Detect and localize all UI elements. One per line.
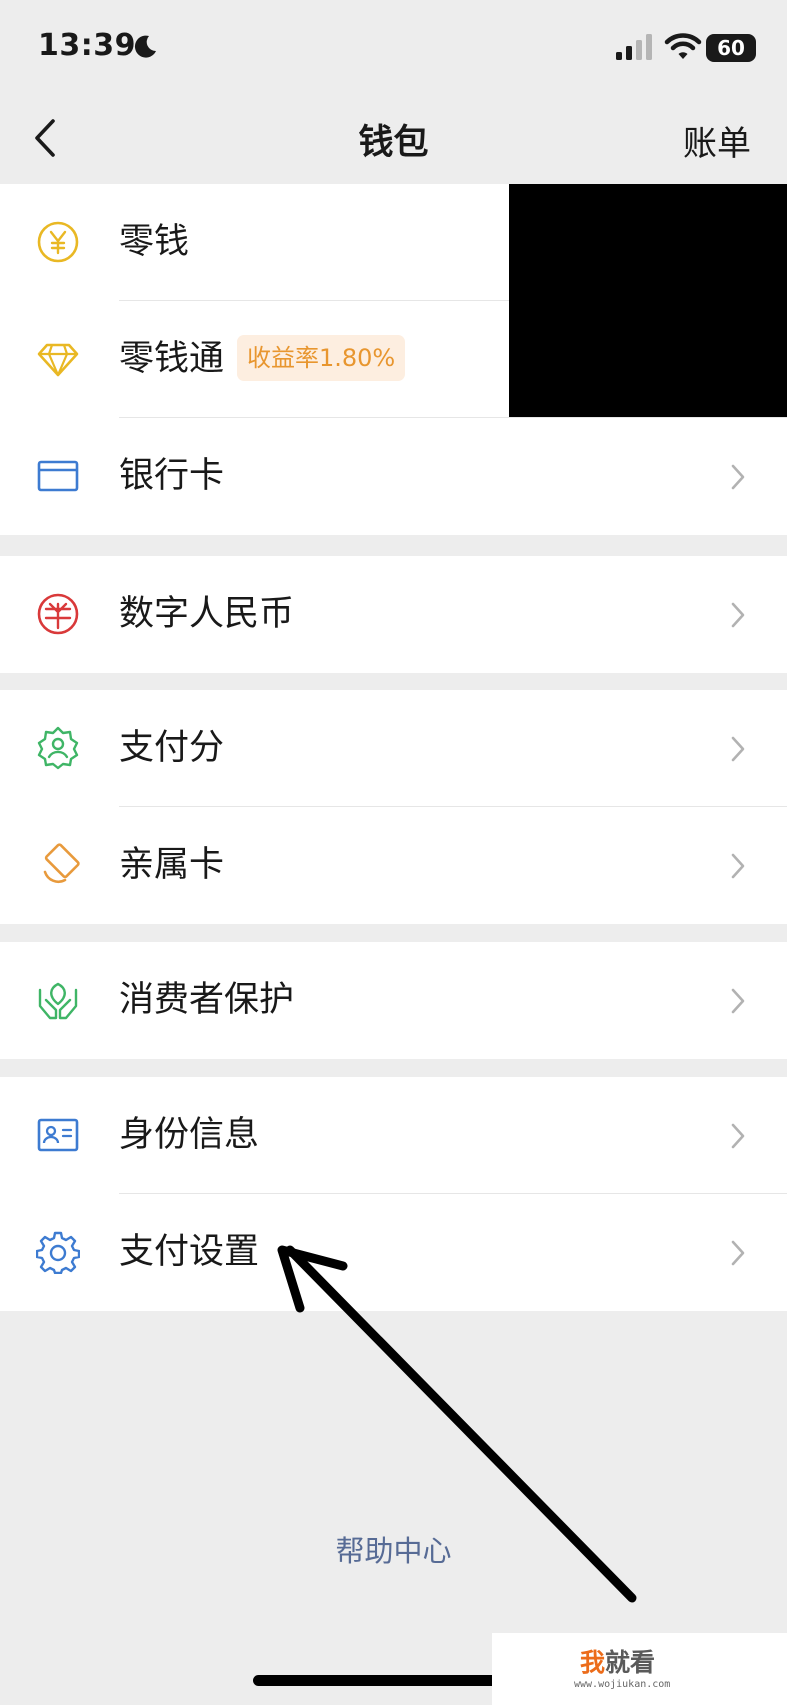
battery-icon: 60 <box>706 34 756 62</box>
row-label: 消费者保护 <box>119 980 295 1020</box>
bank-card-icon <box>37 460 79 492</box>
row-label: 零钱通 <box>119 339 225 379</box>
row-label: 亲属卡 <box>119 845 225 885</box>
row-label: 银行卡 <box>119 456 225 496</box>
row-bank-card[interactable]: 银行卡 <box>0 418 787 535</box>
wifi-icon <box>664 33 702 59</box>
chevron-right-icon <box>731 464 745 490</box>
battery-level: 60 <box>717 36 745 60</box>
digital-rmb-icon <box>37 593 79 635</box>
chevron-right-icon <box>731 853 745 879</box>
redacted-area <box>509 184 787 417</box>
row-label: 零钱 <box>119 222 190 262</box>
home-indicator[interactable] <box>253 1675 533 1686</box>
row-label: 支付分 <box>119 728 225 768</box>
row-label: 支付设置 <box>119 1232 260 1272</box>
status-time: 13:39 <box>38 28 136 63</box>
row-payment-settings[interactable]: 支付设置 <box>0 1194 787 1311</box>
row-identity-info[interactable]: 身份信息 <box>0 1077 787 1194</box>
row-label: 身份信息 <box>119 1115 260 1155</box>
chevron-right-icon <box>731 988 745 1014</box>
chevron-right-icon <box>731 602 745 628</box>
watermark: 我就看 www.wojiukan.com <box>492 1633 787 1705</box>
watermark-url: www.wojiukan.com <box>574 1679 671 1690</box>
row-pay-score[interactable]: 支付分 <box>0 690 787 807</box>
bills-button[interactable]: 账单 <box>683 116 751 165</box>
yield-rate-badge: 收益率1.80% <box>237 335 406 381</box>
wallet-group-digital: 数字人民币 <box>0 556 787 673</box>
row-consumer-protection[interactable]: 消费者保护 <box>0 942 787 1059</box>
help-center-link[interactable]: 帮助中心 <box>0 1528 787 1570</box>
row-label: 数字人民币 <box>119 594 295 634</box>
chevron-right-icon <box>731 1240 745 1266</box>
watermark-title-first: 我 <box>580 1648 606 1677</box>
id-card-icon <box>37 1118 79 1152</box>
pay-score-icon <box>37 726 79 770</box>
nav-bar: 钱包 账单 <box>0 96 787 184</box>
wallet-group-settings: 身份信息 支付设置 <box>0 1077 787 1311</box>
row-family-card[interactable]: 亲属卡 <box>0 807 787 924</box>
family-card-icon <box>43 843 80 883</box>
watermark-title-rest: 就看 <box>605 1648 656 1677</box>
yuan-coin-icon <box>37 221 79 263</box>
diamond-icon <box>37 343 79 377</box>
gear-icon <box>36 1231 80 1274</box>
wallet-group-credit: 支付分 亲属卡 <box>0 690 787 924</box>
chevron-right-icon <box>731 1123 745 1149</box>
row-digital-rmb[interactable]: 数字人民币 <box>0 556 787 673</box>
chevron-right-icon <box>731 736 745 762</box>
watermark-title: 我就看 <box>580 1643 655 1679</box>
signal-icon <box>616 34 652 60</box>
status-bar: 13:39 60 <box>0 0 787 96</box>
wallet-group-protection: 消费者保护 <box>0 942 787 1059</box>
consumer-protection-icon <box>38 982 78 1020</box>
moon-icon <box>134 35 156 58</box>
page-title: 钱包 <box>358 123 429 163</box>
